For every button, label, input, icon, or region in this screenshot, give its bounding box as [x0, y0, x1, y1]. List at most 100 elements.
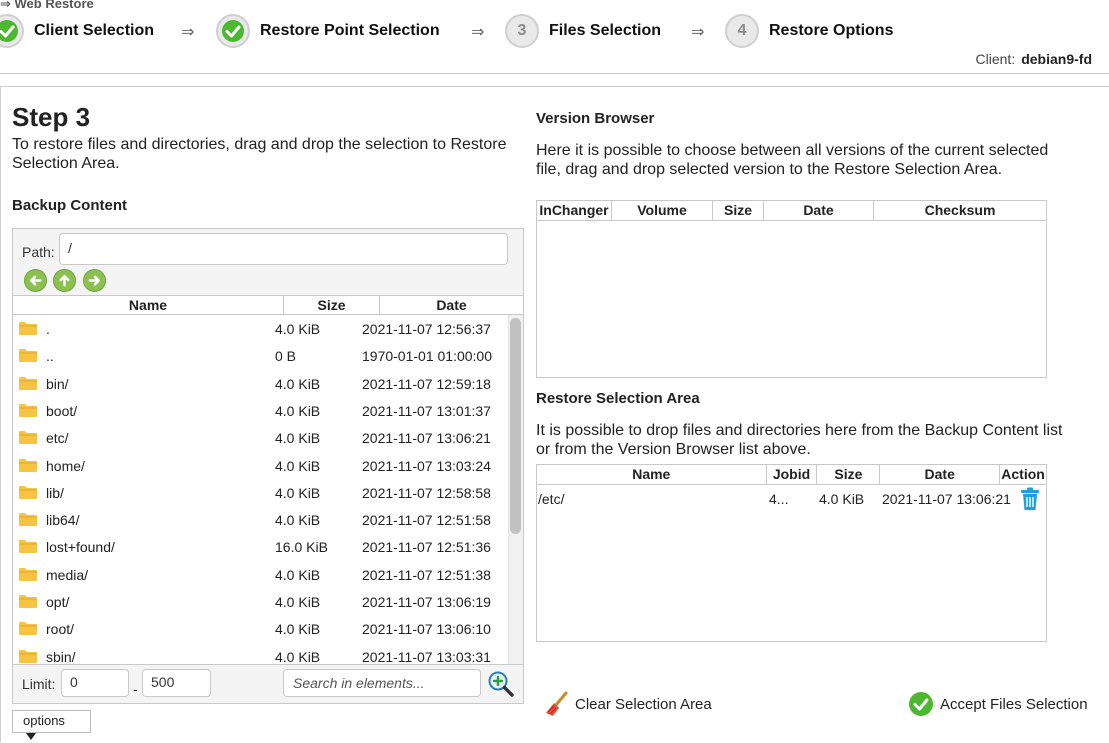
column-header-size[interactable]: Size: [284, 296, 380, 314]
restore-item-jobid: 4...: [769, 491, 789, 507]
folder-icon: [19, 595, 37, 608]
restore-item-date: 2021-11-07 13:06:21: [882, 491, 1011, 507]
column-header-jobid[interactable]: Jobid: [767, 465, 818, 484]
step-label: Restore Point Selection: [260, 22, 440, 39]
clear-selection-button[interactable]: Clear Selection Area: [545, 691, 712, 717]
scrollbar-thumb[interactable]: [510, 318, 521, 534]
file-row[interactable]: . 4.0 KiB 2021-11-07 12:56:37: [13, 315, 509, 342]
wizard-step-restore-options: 4 Restore Options: [725, 14, 893, 48]
file-name: media/: [46, 566, 89, 583]
file-size: 4.0 KiB: [275, 621, 321, 638]
column-header-checksum[interactable]: Checksum: [874, 201, 1046, 220]
options-label: options: [23, 713, 65, 728]
column-header-date[interactable]: Date: [764, 201, 874, 220]
step-label: Client Selection: [34, 22, 155, 39]
trash-icon[interactable]: [1019, 487, 1041, 511]
file-row[interactable]: opt/4.0 KiB 2021-11-07 13:06:19: [13, 588, 509, 615]
step-arrow: ⇒: [691, 24, 705, 41]
version-browser-description: Here it is possible to choose between al…: [536, 142, 1049, 178]
file-size: 4.0 KiB: [275, 402, 321, 419]
file-date: 2021-11-07 12:51:38: [362, 566, 491, 583]
column-header-date[interactable]: Date: [880, 465, 1001, 484]
file-name: .: [46, 321, 50, 337]
file-row[interactable]: .. 0 B 1970-01-01 01:00:00: [13, 342, 509, 369]
file-name: ..: [46, 348, 54, 365]
file-size: 4.0 KiB: [275, 430, 321, 447]
up-arrow-icon[interactable]: [53, 269, 76, 292]
wizard-step-client-selection[interactable]: Client Selection: [0, 14, 154, 48]
wizard-step-restore-point[interactable]: Restore Point Selection: [216, 14, 440, 48]
broom-icon: [546, 691, 568, 716]
file-size: 4.0 KiB: [275, 457, 321, 474]
limit-to-input[interactable]: 500: [142, 669, 211, 697]
content-frame-left: [0, 86, 1, 742]
column-header-size[interactable]: Size: [817, 465, 881, 484]
file-date: 2021-11-07 13:06:19: [362, 594, 491, 610]
folder-icon: [19, 349, 37, 363]
file-date: 2021-11-07 12:56:37: [362, 321, 491, 337]
file-name: root/: [46, 621, 75, 638]
column-header-volume[interactable]: Volume: [612, 201, 713, 220]
folder-icon: [19, 431, 37, 445]
breadcrumb[interactable]: ⇒ Web Restore: [0, 0, 94, 12]
file-date: 2021-11-07 12:58:58: [362, 484, 491, 501]
folder-icon: [19, 622, 37, 636]
check-circle-icon: [216, 14, 250, 48]
column-header-name[interactable]: Name: [13, 296, 284, 314]
file-size: 4.0 KiB: [275, 594, 321, 610]
file-date: 2021-11-07 13:03:31: [362, 648, 491, 664]
file-row[interactable]: media/4.0 KiB 2021-11-07 12:51:38: [13, 561, 509, 588]
file-size: 4.0 KiB: [275, 375, 321, 392]
file-name: lib/: [46, 484, 64, 501]
file-date: 2021-11-07 13:03:24: [362, 457, 491, 474]
divider: [0, 73, 1109, 74]
step-arrow: ⇒: [181, 24, 195, 41]
file-date: 2021-11-07 13:06:21: [362, 430, 491, 447]
accept-files-button[interactable]: Accept Files Selection: [908, 691, 1088, 717]
file-name: lost+found/: [46, 539, 115, 556]
step-arrow: ⇒: [471, 24, 485, 41]
file-row[interactable]: lib/4.0 KiB 2021-11-07 12:58:58: [13, 479, 509, 506]
folder-icon: [19, 458, 37, 472]
backup-content-list: . 4.0 KiB 2021-11-07 12:56:37 .. 0 B 1970-01-…: [13, 315, 523, 664]
file-size: 4.0 KiB: [275, 321, 321, 337]
file-date: 2021-11-07 12:59:18: [362, 375, 491, 392]
column-header-date[interactable]: Date: [380, 296, 523, 314]
clear-selection-label: Clear Selection Area: [575, 695, 712, 713]
restore-selection-header: Name Jobid Size Date Action: [537, 465, 1046, 485]
file-date: 2021-11-07 12:51:36: [362, 539, 491, 556]
back-arrow-icon[interactable]: [24, 269, 47, 292]
step-label: Restore Options: [769, 22, 894, 39]
file-row[interactable]: lib64/4.0 KiB 2021-11-07 12:51:58: [13, 506, 509, 533]
search-input[interactable]: Search in elements...: [283, 669, 481, 697]
column-header-size[interactable]: Size: [713, 201, 764, 220]
folder-icon: [19, 567, 37, 581]
restore-area-title: Restore Selection Area: [536, 390, 700, 407]
file-row[interactable]: bin/4.0 KiB 2021-11-07 12:59:18: [13, 370, 509, 397]
file-row[interactable]: lost+found/16.0 KiB 2021-11-07 12:51:36: [13, 533, 509, 560]
step-number: 3: [505, 14, 539, 48]
path-input[interactable]: /: [59, 233, 508, 265]
file-date: 2021-11-07 13:06:10: [362, 621, 491, 638]
search-icon[interactable]: [487, 670, 515, 698]
version-browser-header: InChanger Volume Size Date Checksum: [537, 201, 1046, 221]
client-info: Client: debian9-fd: [976, 51, 1092, 67]
file-row[interactable]: sbin/4.0 KiB 2021-11-07 13:03:31: [13, 643, 509, 664]
file-row[interactable]: home/4.0 KiB 2021-11-07 13:03:24: [13, 452, 509, 479]
limit-from-input[interactable]: 0: [61, 669, 129, 697]
file-size: 4.0 KiB: [275, 512, 321, 529]
file-row[interactable]: root/4.0 KiB 2021-11-07 13:06:10: [13, 615, 509, 642]
options-button[interactable]: options: [12, 710, 91, 740]
limit-label: Limit:: [22, 676, 56, 692]
file-row[interactable]: etc/4.0 KiB 2021-11-07 13:06:21: [13, 424, 509, 451]
file-row[interactable]: boot/4.0 KiB 2021-11-07 13:01:37: [13, 397, 509, 424]
column-header-name[interactable]: Name: [537, 465, 767, 484]
folder-icon: [19, 376, 37, 390]
file-date: 1970-01-01 01:00:00: [362, 348, 492, 365]
column-header-inchanger[interactable]: InChanger: [537, 201, 612, 220]
client-label: Client:: [975, 51, 1016, 67]
restore-selection-row[interactable]: /etc/ 4... 4.0 KiB 2021-11-07 13:06:21: [537, 487, 1045, 511]
step-number: 4: [725, 14, 759, 48]
caret-down-icon: [26, 733, 36, 740]
forward-arrow-icon[interactable]: [83, 269, 106, 292]
